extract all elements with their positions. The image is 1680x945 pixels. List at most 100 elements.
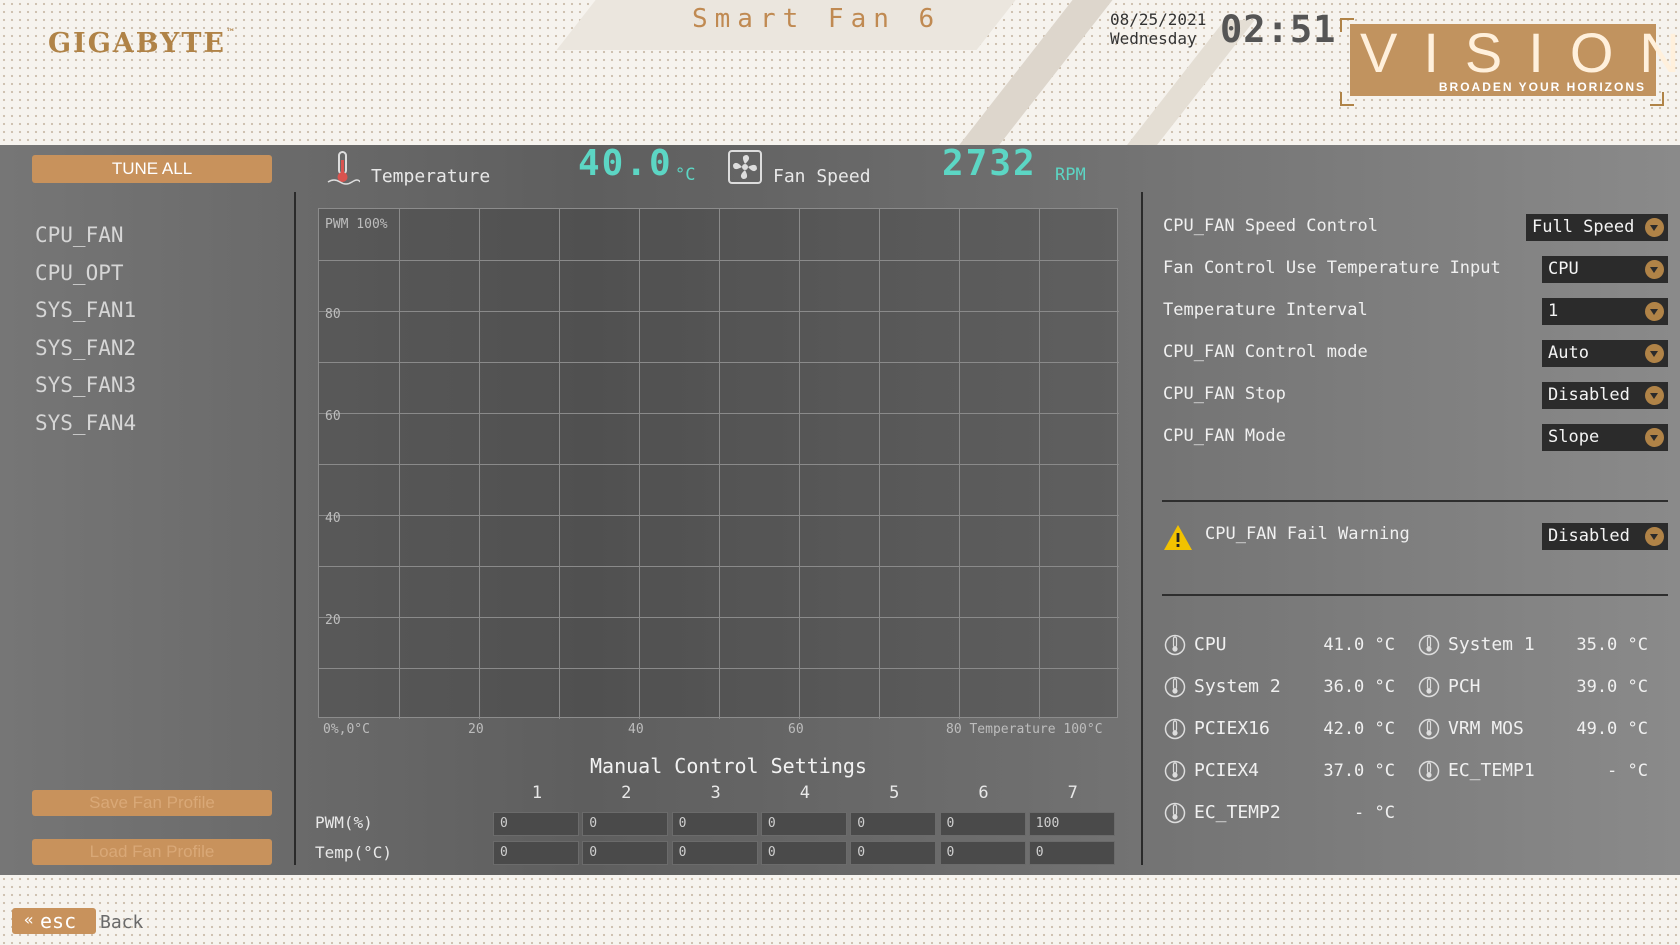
thermometer-icon (326, 150, 361, 191)
temp-input[interactable]: 0 (939, 841, 1026, 865)
sidebar-item-sys-fan2[interactable]: SYS_FAN2 (35, 336, 136, 360)
temp-interval-value: 1 (1548, 301, 1559, 321)
chart-x-tick: 20 (468, 722, 484, 737)
temperature-sensor-icon (1418, 759, 1440, 787)
pwm-input[interactable]: 0 (493, 812, 579, 836)
divider-left (294, 192, 296, 865)
control-mode-dropdown[interactable]: Auto (1542, 340, 1668, 367)
temperature-sensor-icon (1164, 633, 1186, 661)
chart-gridline-horizontal (319, 464, 1119, 465)
sensor-name-ec_temp1: EC_TEMP1 (1448, 760, 1535, 781)
manual-control-title: Manual Control Settings (590, 754, 867, 778)
date-text: 08/25/2021 (1110, 10, 1207, 29)
pwm-input[interactable]: 0 (939, 812, 1026, 836)
tune-all-button[interactable]: TUNE ALL (32, 155, 272, 183)
sensor-value-pciex16: 42.0 °C (1323, 719, 1395, 739)
temperature-sensor-icon (1418, 717, 1440, 745)
temp-input-value: CPU (1548, 259, 1579, 279)
fan-curve-chart[interactable]: PWM 100% 80 60 40 20 (318, 208, 1119, 719)
chevron-down-icon (1645, 386, 1664, 405)
control-mode-value: Auto (1548, 343, 1589, 363)
chart-y-tick: 20 (325, 613, 341, 628)
sensor-name-pch: PCH (1448, 676, 1481, 697)
save-fan-profile-button[interactable]: Save Fan Profile (32, 790, 272, 816)
fan-sidebar: TUNE ALL CPU_FAN CPU_OPT SYS_FAN1 SYS_FA… (0, 145, 292, 875)
temp-input-label: Fan Control Use Temperature Input (1163, 258, 1501, 278)
chart-gridline-horizontal (319, 362, 1119, 363)
temp-input[interactable]: 0 (671, 841, 758, 865)
temperature-unit: °C (675, 165, 696, 185)
sidebar-item-cpu-opt[interactable]: CPU_OPT (35, 261, 124, 285)
temp-input[interactable]: 0 (582, 841, 669, 865)
sensor-name-cpu: CPU (1194, 634, 1227, 655)
pwm-input[interactable]: 0 (671, 812, 758, 836)
temperature-sensor-icon (1164, 801, 1186, 829)
chevron-down-icon (1645, 260, 1664, 279)
vision-logo: VISION BROADEN YOUR HORIZONS (1350, 21, 1680, 96)
sensor-value-pciex4: 37.0 °C (1323, 761, 1395, 781)
divider-right (1141, 192, 1143, 865)
sidebar-item-sys-fan3[interactable]: SYS_FAN3 (35, 373, 136, 397)
temp-interval-dropdown[interactable]: 1 (1542, 298, 1668, 325)
pwm-input[interactable]: 0 (582, 812, 669, 836)
fan-stop-value: Disabled (1548, 385, 1630, 405)
fan-stop-dropdown[interactable]: Disabled (1542, 382, 1668, 409)
temp-input-dropdown[interactable]: CPU (1542, 256, 1668, 283)
temp-row-label: Temp(°C) (315, 843, 393, 862)
chart-origin-label: 0%,0°C (323, 722, 370, 737)
fail-warning-dropdown[interactable]: Disabled (1542, 523, 1668, 550)
sensor-value-pch: 39.0 °C (1576, 677, 1648, 697)
sensor-name-vrm: VRM MOS (1448, 718, 1524, 739)
sensor-name-system2: System 2 (1194, 676, 1281, 697)
weekday-text: Wednesday (1110, 29, 1197, 48)
chart-gridline-horizontal (319, 260, 1119, 261)
sensor-value-cpu: 41.0 °C (1323, 635, 1395, 655)
fan-mode-value: Slope (1548, 427, 1600, 447)
chart-x-tick: 80 (946, 722, 962, 737)
chevron-down-icon (1645, 302, 1664, 321)
pwm-input[interactable]: 100 (1028, 812, 1115, 836)
chart-y-label: PWM 100% (325, 217, 388, 232)
temp-input[interactable]: 0 (1028, 841, 1115, 865)
sidebar-item-sys-fan1[interactable]: SYS_FAN1 (35, 298, 136, 322)
chevron-down-icon (1645, 218, 1664, 237)
vision-tagline: BROADEN YOUR HORIZONS (1438, 80, 1646, 94)
chart-x-tick: 60 (788, 722, 804, 737)
pwm-input[interactable]: 0 (760, 812, 847, 836)
page-title: Smart Fan 6 (692, 4, 942, 34)
temp-input[interactable]: 0 (850, 841, 937, 865)
speed-control-dropdown[interactable]: Full Speed (1526, 214, 1668, 241)
pwm-input[interactable]: 0 (850, 812, 937, 836)
fan-speed-unit: RPM (1055, 165, 1086, 185)
control-mode-label: CPU_FAN Control mode (1163, 342, 1368, 362)
manual-column-number: 2 (621, 783, 632, 803)
sidebar-item-sys-fan4[interactable]: SYS_FAN4 (35, 411, 136, 435)
esc-button[interactable]: esc (12, 907, 96, 934)
temperature-value: 40.0 (578, 143, 673, 184)
temp-input[interactable]: 0 (493, 841, 579, 865)
sensor-value-system2: 36.0 °C (1323, 677, 1395, 697)
fan-mode-dropdown[interactable]: Slope (1542, 424, 1668, 451)
chevron-down-icon (1645, 527, 1664, 546)
chart-gridline-horizontal (319, 515, 1119, 516)
temp-interval-label: Temperature Interval (1163, 300, 1368, 320)
warning-icon (1163, 524, 1193, 555)
chart-gridline-horizontal (319, 617, 1119, 618)
chart-y-tick: 80 (325, 307, 341, 322)
load-fan-profile-button[interactable]: Load Fan Profile (32, 839, 272, 865)
chart-x-axis-title: Temperature 100°C (969, 722, 1103, 737)
chart-gridline-horizontal (319, 668, 1119, 669)
chart-gridline-horizontal (319, 311, 1119, 312)
fan-stop-label: CPU_FAN Stop (1163, 384, 1286, 404)
sidebar-item-cpu-fan[interactable]: CPU_FAN (35, 223, 124, 247)
chart-gridline-horizontal (319, 566, 1119, 567)
gigabyte-logo: GIGABYTE™ (48, 28, 237, 59)
chevron-down-icon (1645, 428, 1664, 447)
fail-warning-label: CPU_FAN Fail Warning (1205, 524, 1410, 544)
fan-mode-label: CPU_FAN Mode (1163, 426, 1286, 446)
temperature-sensor-icon (1418, 675, 1440, 703)
temp-input[interactable]: 0 (760, 841, 847, 865)
manual-column-number: 5 (889, 783, 900, 803)
fan-speed-value: 2732 (942, 143, 1037, 184)
pwm-row-label: PWM(%) (315, 813, 373, 832)
